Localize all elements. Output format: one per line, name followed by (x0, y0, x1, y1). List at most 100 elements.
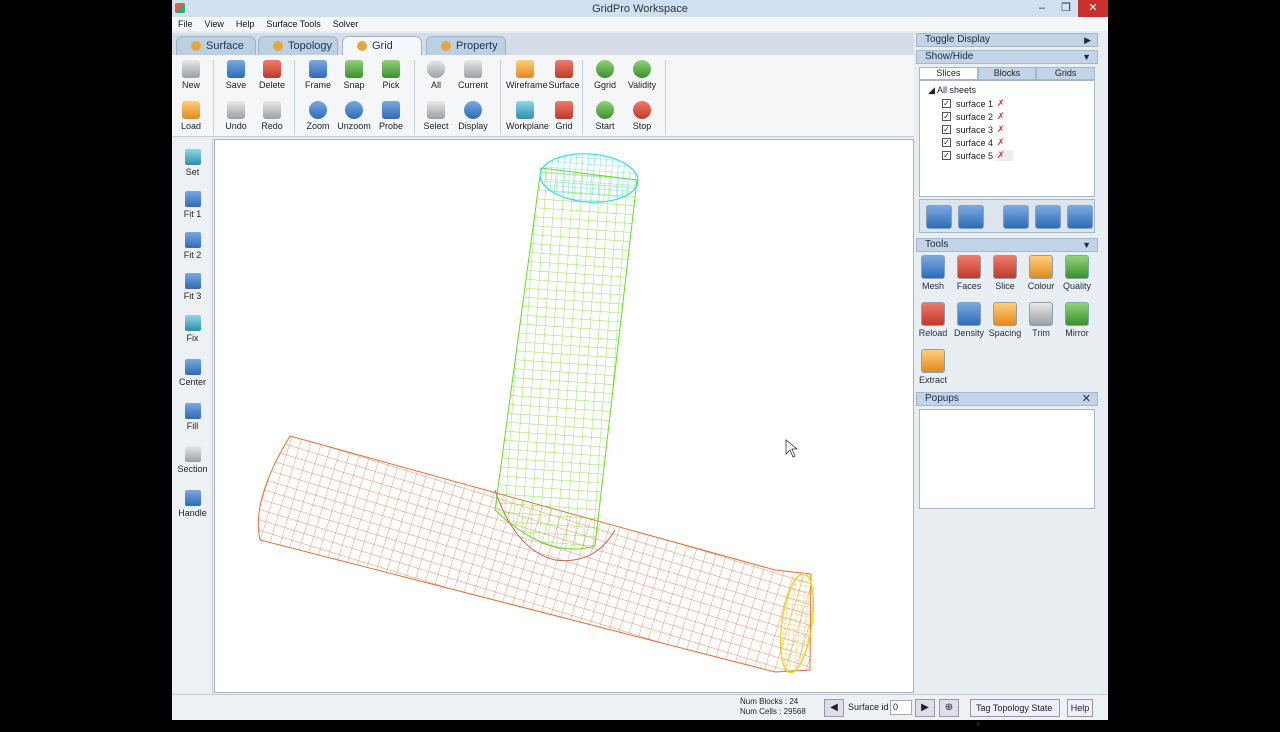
menu-view[interactable]: View (199, 17, 230, 31)
save-label: Save (225, 80, 247, 90)
pick-button[interactable]: Pick (372, 57, 410, 95)
mesh-tool[interactable]: Mesh (916, 255, 950, 291)
probe-button[interactable]: Probe (372, 98, 410, 136)
show-all-icon[interactable] (926, 205, 952, 229)
faces-tool[interactable]: Faces (952, 255, 986, 291)
subtab-slices[interactable]: Slices (919, 67, 978, 80)
checkbox[interactable]: ✓ (942, 138, 951, 147)
sheet-row[interactable]: ✓ surface 3 ✗ (942, 124, 1005, 135)
unzoom-button[interactable]: Unzoom (335, 98, 373, 136)
close-icon[interactable]: ✕ (1078, 0, 1108, 17)
remove-icon[interactable]: ✗ (997, 137, 1005, 148)
restore-icon[interactable]: ❐ (1054, 0, 1078, 17)
center-button[interactable]: Center (172, 359, 213, 387)
mirror-tool[interactable]: Mirror (1060, 302, 1094, 338)
fit3-button[interactable]: Fit 3 (172, 273, 213, 301)
graphics-viewport[interactable] (214, 139, 914, 693)
fix-button[interactable]: Fix (172, 315, 213, 343)
redo-button[interactable]: Redo (253, 98, 291, 136)
frame-button[interactable]: Frame (299, 57, 337, 95)
load-button[interactable]: Load (172, 98, 210, 136)
remove-icon[interactable]: ✗ (997, 98, 1005, 109)
new-button[interactable]: New (172, 57, 210, 95)
set-button[interactable]: Set (172, 149, 213, 177)
slice-tool[interactable]: Slice (988, 255, 1022, 291)
menu-solver[interactable]: Solver (327, 17, 365, 31)
fill-icon (184, 403, 201, 419)
checkbox[interactable]: ✓ (942, 125, 951, 134)
show-hide-header[interactable]: Show/Hide ▼ (916, 50, 1098, 64)
remove-icon[interactable]: ✗ (997, 150, 1013, 161)
spacing-tool[interactable]: Spacing (988, 302, 1022, 338)
surface-id-spinner[interactable]: 0 (890, 700, 912, 715)
subtab-grids[interactable]: Grids (1036, 67, 1096, 80)
extract-tool[interactable]: Extract (916, 349, 950, 385)
all-button[interactable]: All (417, 57, 455, 95)
trim-tool[interactable]: Trim (1024, 302, 1058, 338)
quality-tool[interactable]: Quality (1060, 255, 1094, 291)
display-button[interactable]: Display (454, 98, 492, 136)
zoom-button[interactable]: Zoom (299, 98, 337, 136)
tab-topology[interactable]: Topology (258, 36, 338, 55)
delete-button[interactable]: Delete (253, 57, 291, 95)
close-icon[interactable]: ✕ (1082, 393, 1091, 405)
fit2-button[interactable]: Fit 2 (172, 232, 213, 260)
tools-header[interactable]: Tools ▼ (916, 238, 1098, 252)
minimize-icon[interactable]: – (1030, 0, 1054, 17)
checkbox[interactable]: ✓ (942, 99, 951, 108)
checkbox[interactable]: ✓ (942, 112, 951, 121)
validity-check-icon (633, 60, 651, 78)
fill-button[interactable]: Fill (172, 403, 213, 431)
unzoom-label: Unzoom (337, 121, 371, 131)
target-icon[interactable]: ⊕ (939, 699, 959, 717)
ggrid-icon (596, 60, 614, 78)
wireframe-button[interactable]: Wireframe (506, 57, 548, 95)
snap-button[interactable]: Snap (335, 57, 373, 95)
colour-tool[interactable]: Colour (1024, 255, 1058, 291)
help-button[interactable]: Help (1067, 699, 1093, 717)
save-button[interactable]: Save (217, 57, 255, 95)
show-block-icon[interactable] (1035, 205, 1061, 229)
remove-icon[interactable]: ✗ (997, 111, 1005, 122)
stop-button[interactable]: Stop (623, 98, 661, 136)
reload-icon (921, 302, 945, 326)
subtab-blocks[interactable]: Blocks (977, 67, 1037, 80)
sheet-row[interactable]: ✓ surface 2 ✗ (942, 111, 1005, 122)
undo-button[interactable]: Undo (217, 98, 255, 136)
handle-button[interactable]: Handle (172, 490, 213, 518)
toggle-display-header[interactable]: Toggle Display ▶ (916, 33, 1098, 47)
start-button[interactable]: Start (586, 98, 624, 136)
tag-topology-dropdown[interactable]: Tag Topology State ▾ (970, 699, 1060, 729)
ggrid-button[interactable]: Ggrid (586, 57, 624, 95)
tab-grid[interactable]: Grid (342, 36, 422, 55)
tab-property[interactable]: Property (426, 36, 506, 55)
hide-all-icon[interactable] (958, 205, 984, 229)
menu-file[interactable]: File (172, 17, 199, 31)
menu-surface-tools[interactable]: Surface Tools (260, 17, 326, 31)
show-blocks-icon[interactable] (1003, 205, 1029, 229)
menu-help[interactable]: Help (230, 17, 261, 31)
next-surface-icon[interactable]: ▶ (915, 699, 935, 717)
density-tool[interactable]: Density (952, 302, 986, 338)
current-button[interactable]: Current (454, 57, 492, 95)
select-button[interactable]: Select (417, 98, 455, 136)
section-button[interactable]: Section (172, 446, 213, 474)
fit1-icon (184, 191, 201, 207)
tab-surface[interactable]: Surface (176, 36, 256, 55)
sheet-row[interactable]: ✓ surface 4 ✗ (942, 137, 1005, 148)
grid-button[interactable]: Grid (545, 98, 583, 136)
status-bar: Num Blocks : 24 Num Cells : 29568 ◀ Surf… (172, 694, 1108, 729)
show-grids-icon[interactable] (1067, 205, 1093, 229)
sheet-row[interactable]: ✓ surface 5 ✗ (942, 150, 1013, 161)
reload-tool[interactable]: Reload (916, 302, 950, 338)
fit1-button[interactable]: Fit 1 (172, 191, 213, 219)
surface-button[interactable]: Surface (545, 57, 583, 95)
workplane-button[interactable]: Workplane (506, 98, 549, 136)
sheet-row[interactable]: ✓ surface 1 ✗ (942, 98, 1005, 109)
validity-button[interactable]: Validity (623, 57, 661, 95)
remove-icon[interactable]: ✗ (997, 124, 1005, 135)
tools-label: Tools (925, 239, 949, 250)
previous-surface-icon[interactable]: ◀ (824, 699, 844, 717)
checkbox[interactable]: ✓ (942, 151, 951, 160)
tree-root[interactable]: ◢ All sheets (928, 85, 976, 96)
